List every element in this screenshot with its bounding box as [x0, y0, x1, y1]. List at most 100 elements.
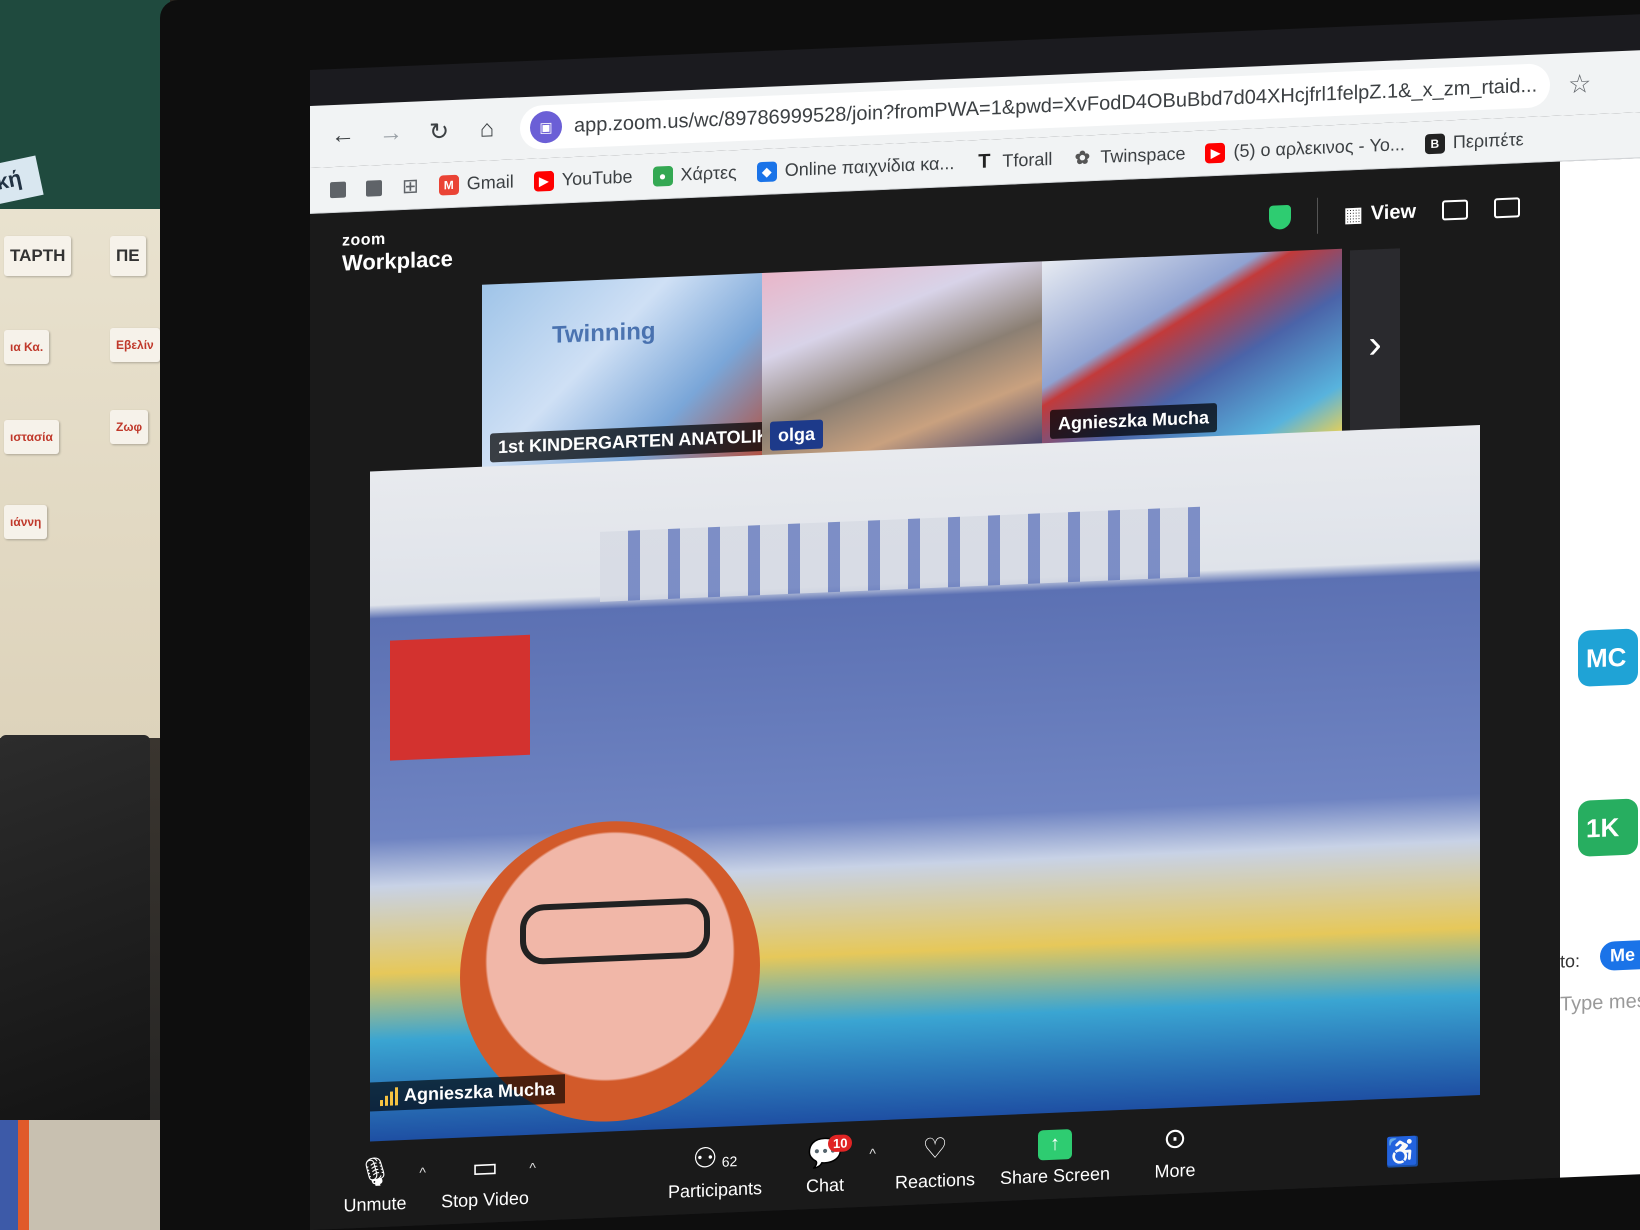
back-icon[interactable]: ←	[328, 120, 358, 151]
zoom-site-icon: ▣	[530, 110, 562, 144]
more-button[interactable]: ⊙ More	[1120, 1122, 1230, 1184]
more-dots-icon: ⊙	[1163, 1121, 1187, 1154]
b-icon: B	[1424, 132, 1445, 154]
bookmark-maps[interactable]: ● Χάρτες	[652, 162, 737, 187]
chevron-up-icon[interactable]: ^	[529, 1159, 536, 1175]
wall-tag: κή	[0, 155, 44, 205]
chat-unread-badge: 10	[828, 1133, 853, 1152]
picture-in-picture-icon[interactable]	[1442, 199, 1468, 221]
bookmark-label: Περιπέτε	[1452, 129, 1524, 153]
participant-tile[interactable]: Agnieszka Mucha	[1042, 248, 1342, 452]
home-icon[interactable]: ⌂	[472, 114, 502, 145]
chevron-up-icon[interactable]: ^	[869, 1145, 876, 1161]
wall-card: Εβελίν	[110, 328, 160, 362]
stop-video-button[interactable]: ▭ Stop Video ^	[430, 1151, 540, 1213]
bookmark-folder-icon[interactable]	[330, 180, 346, 198]
bookmark-gmail[interactable]: M Gmail	[438, 171, 514, 196]
bunting-decoration	[600, 506, 1200, 602]
chevron-up-icon[interactable]: ^	[419, 1164, 426, 1180]
bookmark-folder-icon[interactable]	[366, 179, 382, 197]
chat-recipient-dropdown[interactable]: Me	[1600, 939, 1640, 971]
bookmark-label: Online παιχνίδια κα...	[784, 152, 955, 181]
bookmark-online-games[interactable]: ◆ Online παιχνίδια κα...	[756, 152, 955, 182]
printer	[0, 735, 150, 1155]
youtube-icon: ▶	[533, 170, 554, 192]
zoom-logo: zoom Workplace	[342, 228, 453, 277]
bookmark-label: Gmail	[466, 171, 514, 194]
heart-icon: ♡	[922, 1131, 948, 1164]
bookmark-youtube[interactable]: ▶ YouTube	[533, 166, 633, 192]
twinning-poster: Twinning	[552, 317, 656, 349]
avatar: 1K	[1578, 798, 1638, 857]
participant-name: Agnieszka Mucha	[1050, 402, 1218, 439]
next-page-arrow-icon[interactable]: ›	[1350, 248, 1400, 441]
bookmark-label: Tforall	[1002, 148, 1053, 171]
fullscreen-icon[interactable]	[1494, 197, 1520, 219]
bookmark-tforall[interactable]: T Tforall	[974, 149, 1052, 173]
signal-strength-icon	[380, 1086, 398, 1106]
bookmark-star-icon[interactable]: ☆	[1568, 68, 1591, 100]
bookmark-label: YouTube	[561, 166, 633, 190]
castle-decoration	[390, 634, 530, 761]
bookmark-arlekinos[interactable]: ▶ (5) ο αρλεκινος - Yo...	[1205, 134, 1405, 163]
zoom-meeting: zoom Workplace ▦ View Twinning 1st KINDE…	[310, 161, 1560, 1230]
forward-icon[interactable]: →	[376, 118, 406, 149]
t-icon: T	[978, 150, 991, 173]
grid-view-icon: ▦	[1343, 203, 1363, 227]
wall-card: ΠΕ	[110, 236, 146, 276]
bookmark-label: (5) ο αρλεκινος - Yo...	[1233, 134, 1405, 162]
chat-recipient-label: to:	[1560, 950, 1581, 972]
bookmark-twinspace[interactable]: ✿ Twinspace	[1072, 143, 1186, 169]
unmute-label: Unmute	[343, 1192, 407, 1216]
browser-window: ← → ↻ ⌂ ▣ app.zoom.us/wc/89786999528/joi…	[310, 14, 1640, 1230]
more-label: More	[1154, 1159, 1196, 1182]
desk-items	[0, 1120, 180, 1230]
participants-icon: ⚇ 62	[692, 1141, 738, 1174]
wall-card: ιάννη	[4, 505, 48, 539]
chat-panel: MC 1K to: Me Type mes	[1560, 158, 1640, 1182]
reload-icon[interactable]: ↻	[424, 116, 454, 147]
active-speaker-video: Agnieszka Mucha	[370, 424, 1480, 1142]
chat-button[interactable]: 💬 10 Chat ^	[770, 1133, 880, 1199]
top-right-controls: ▦ View	[1268, 189, 1520, 236]
twinspace-icon: ✿	[1074, 147, 1090, 168]
share-screen-icon: ↑	[1038, 1128, 1072, 1160]
chat-message-input[interactable]: Type mes	[1560, 990, 1640, 1017]
share-screen-label: Share Screen	[999, 1162, 1111, 1188]
avatar: MC	[1578, 628, 1638, 687]
encryption-shield-icon[interactable]	[1268, 204, 1291, 230]
maps-pin-icon: ●	[652, 165, 673, 187]
room-background: κή ΤΑΡΤΗ ΠΕ ια Κα. Εβελίν ιστασία Ζωφ ιά…	[0, 0, 180, 1230]
participants-label: Participants	[667, 1177, 763, 1202]
muted-microphone-icon: 🎙	[357, 1155, 393, 1188]
wall-card: Ζωφ	[110, 410, 149, 444]
gmail-icon: M	[438, 174, 459, 196]
view-label: View	[1370, 200, 1416, 225]
participant-tile[interactable]: olga	[762, 261, 1042, 464]
unmute-button[interactable]: 🎙 Unmute ^	[320, 1155, 430, 1217]
bookmark-label: Twinspace	[1100, 143, 1186, 167]
share-screen-button[interactable]: ↑ Share Screen	[990, 1127, 1120, 1189]
participants-count: 62	[721, 1152, 738, 1170]
view-button[interactable]: ▦ View	[1344, 199, 1416, 227]
glasses	[520, 897, 710, 966]
video-camera-icon: ▭	[471, 1150, 499, 1183]
wall-card: ΤΑΡΤΗ	[4, 236, 72, 276]
stop-video-label: Stop Video	[441, 1187, 529, 1212]
wall-card: ιστασία	[4, 420, 59, 454]
speaker-label: Agnieszka Mucha	[370, 1074, 566, 1112]
reactions-label: Reactions	[894, 1168, 976, 1192]
reactions-button[interactable]: ♡ Reactions	[880, 1132, 990, 1194]
apps-grid-icon[interactable]: ⊞	[402, 173, 419, 199]
youtube-icon: ▶	[1205, 142, 1226, 163]
chat-label: Chat	[805, 1174, 845, 1196]
accessibility-icon[interactable]: ♿	[1385, 1134, 1420, 1168]
bookmark-peripeteies[interactable]: B Περιπέτε	[1424, 129, 1524, 154]
speaker-name: Agnieszka Mucha	[404, 1078, 556, 1106]
bookmark-label: Χάρτες	[680, 162, 737, 185]
participants-button[interactable]: ⚇ 62 Participants	[660, 1141, 770, 1203]
diamond-icon: ◆	[756, 160, 777, 182]
wall-card: ια Κα.	[4, 330, 50, 364]
participant-tile[interactable]: Twinning 1st KINDERGARTEN ANATOLIKO	[482, 273, 762, 475]
